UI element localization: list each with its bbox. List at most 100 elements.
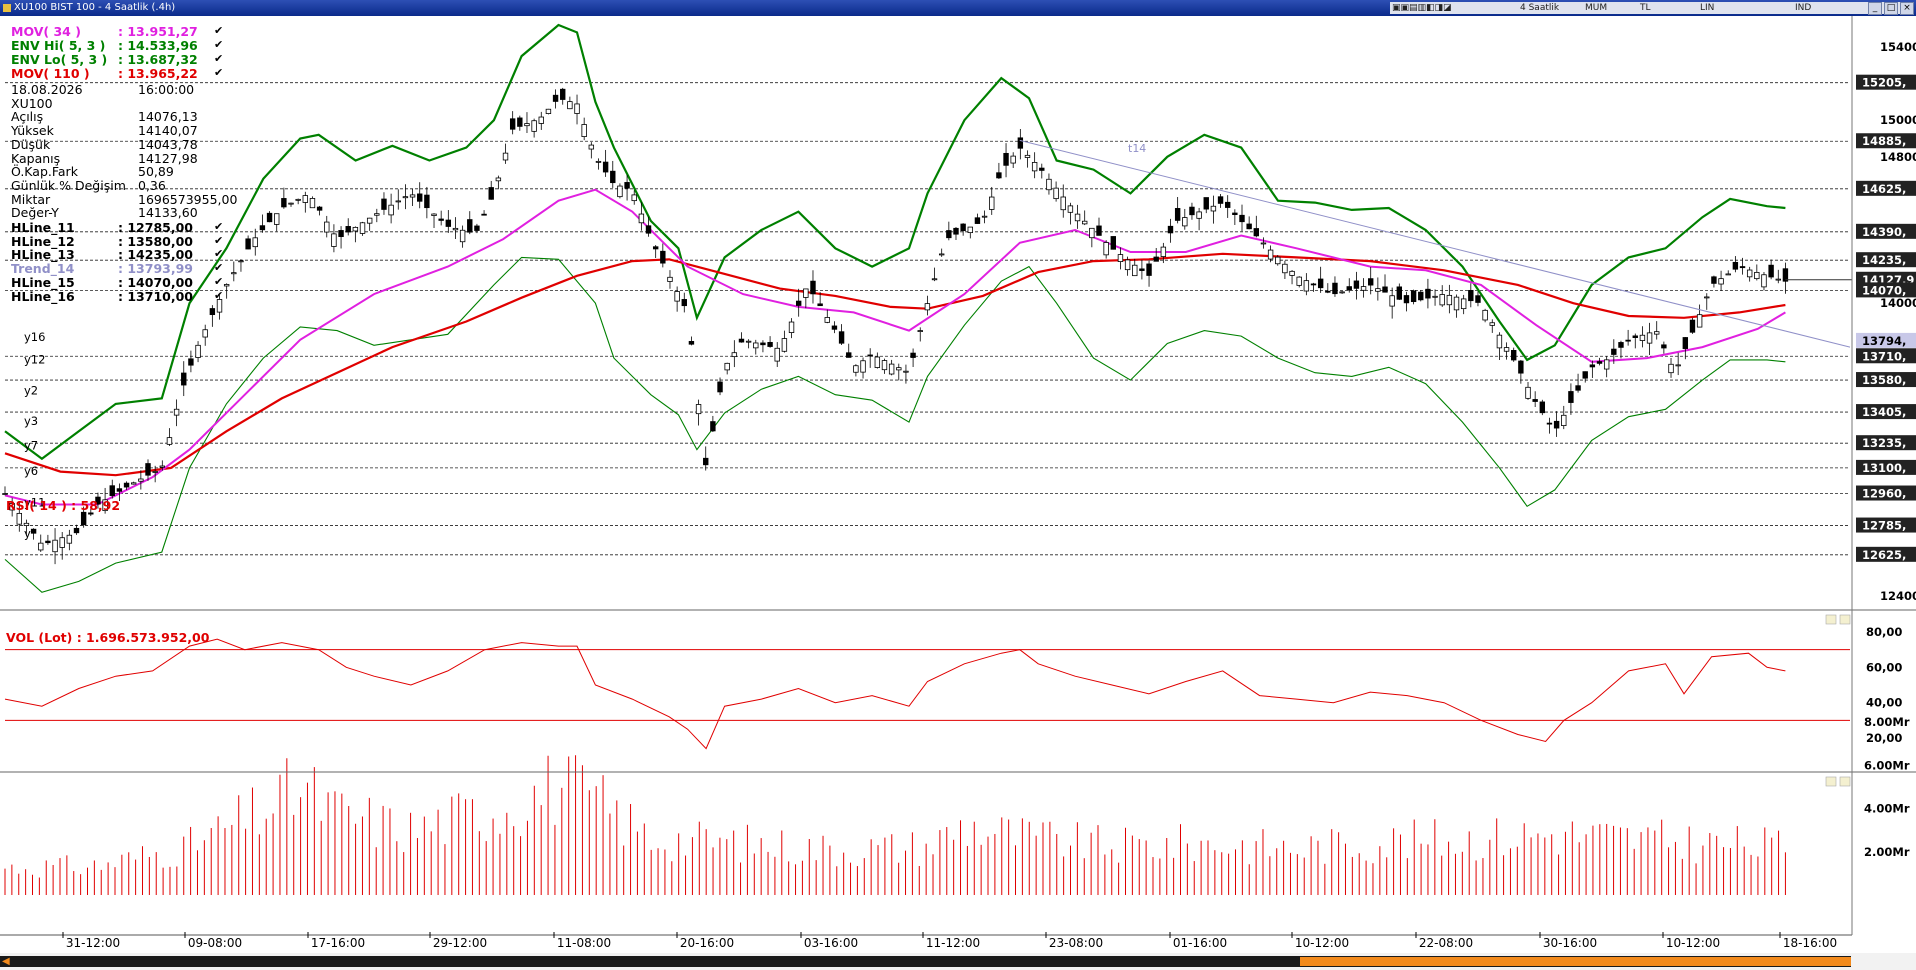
candle — [1296, 276, 1302, 288]
checkmark-icon[interactable]: ✔ — [214, 289, 223, 302]
level-label: y2 — [24, 384, 38, 398]
vol-label: VOL (Lot) : 1.696.573.952,00 — [6, 630, 210, 645]
price-tick: 14800,0 — [1880, 150, 1916, 164]
scrollbar-thumb[interactable] — [1300, 957, 1851, 966]
svg-text:12625,: 12625, — [1862, 548, 1906, 562]
currency-selector[interactable]: TL — [1640, 2, 1651, 14]
candle — [359, 221, 366, 236]
time-tick: 23-08:00 — [1049, 936, 1103, 950]
level-label: y16 — [24, 330, 45, 344]
toolbar-icon-group[interactable]: ▣▣▤▥◧◨◪ — [1392, 2, 1452, 14]
trend-label: t14 — [1128, 142, 1146, 155]
svg-text:13710,: 13710, — [1862, 349, 1906, 363]
checkmark-icon[interactable]: ✔ — [214, 247, 223, 260]
svg-text:14390,: 14390, — [1862, 225, 1906, 239]
svg-text:14625,: 14625, — [1862, 182, 1906, 196]
close-icon[interactable]: × — [1900, 2, 1914, 15]
time-scrollbar[interactable]: ◀ ▶ — [0, 953, 1916, 970]
hline-value-box: 13235, — [1856, 435, 1916, 451]
price-tick: 14000,0 — [1880, 296, 1916, 310]
svg-text:15205,: 15205, — [1862, 76, 1906, 90]
level-label: y — [24, 526, 31, 540]
hline-value-box: 12785, — [1856, 517, 1916, 533]
svg-text:13794,: 13794, — [1862, 334, 1906, 348]
checkmark-icon[interactable]: ✔ — [214, 234, 223, 247]
time-tick: 30-16:00 — [1543, 936, 1597, 950]
hline-value-box: 13710, — [1856, 348, 1916, 364]
checkmark-icon[interactable]: ✔ — [214, 24, 223, 37]
time-tick: 03-16:00 — [804, 936, 858, 950]
maximize-icon[interactable]: □ — [1884, 2, 1898, 15]
minimize-icon[interactable]: _ — [1868, 2, 1882, 15]
time-tick: 10-12:00 — [1295, 936, 1349, 950]
checkmark-icon[interactable]: ✔ — [214, 275, 223, 288]
trend-value-box: 13794, — [1856, 332, 1916, 348]
hline-box-value: : 13710,00 — [118, 288, 193, 304]
app-icon — [3, 4, 11, 12]
legend-box-label: ENV Lo( 5, 3 ) — [11, 52, 108, 67]
time-tick: 31-12:00 — [66, 936, 120, 950]
scroll-right-icon[interactable]: ▶ — [1840, 956, 1850, 967]
price-tick: 15400,0 — [1880, 40, 1916, 54]
hline-value-box: 14070, — [1856, 282, 1916, 298]
svg-text:12960,: 12960, — [1862, 487, 1906, 501]
price-tick: 15000,0 — [1880, 113, 1916, 127]
chart-area[interactable]: t14 12400,0 14000,0 14800,0 15000,0 15400,0 1… — [0, 16, 1916, 953]
legend-box-value: : 13.965,22 — [118, 66, 198, 81]
indicator-button[interactable]: IND — [1795, 2, 1811, 14]
chart-toolbar: ▣▣▤▥◧◨◪ 4 Saatlik MUM TL LIN IND — [1390, 2, 1910, 14]
legend-box-label: MOV( 110 ) — [11, 66, 90, 81]
checkmark-icon[interactable]: ✔ — [214, 220, 223, 233]
checkmark-icon[interactable]: ✔ — [214, 66, 223, 79]
time-tick: 22-08:00 — [1419, 936, 1473, 950]
hline-value-box: 14885, — [1856, 133, 1916, 149]
svg-text:14885,: 14885, — [1862, 134, 1906, 148]
scale-selector[interactable]: LIN — [1700, 2, 1714, 14]
svg-text:12785,: 12785, — [1862, 519, 1906, 533]
hline-value-box: 13100, — [1856, 459, 1916, 475]
checkmark-icon[interactable]: ✔ — [214, 52, 223, 65]
time-tick: 01-16:00 — [1173, 936, 1227, 950]
time-tick: 20-16:00 — [680, 936, 734, 950]
level-label: y3 — [24, 414, 38, 428]
rsi-tick: 80,00 — [1866, 625, 1902, 639]
svg-text:13100,: 13100, — [1862, 461, 1906, 475]
candle — [1689, 317, 1696, 334]
scroll-left-icon[interactable]: ◀ — [2, 956, 12, 967]
time-tick: 11-12:00 — [926, 936, 980, 950]
chart-type-selector[interactable]: MUM — [1585, 2, 1607, 14]
rsi-tick: 20,00 — [1866, 731, 1902, 745]
window-title: XU100 BIST 100 - 4 Saatlik (.4h) — [14, 2, 176, 13]
time-tick: 10-12:00 — [1666, 936, 1720, 950]
svg-text:13235,: 13235, — [1862, 436, 1906, 450]
time-tick: 17-16:00 — [311, 936, 365, 950]
candle — [309, 196, 316, 209]
svg-text:13580,: 13580, — [1862, 373, 1906, 387]
svg-text:14235,: 14235, — [1862, 253, 1906, 267]
hline-value-box: 14625, — [1856, 180, 1916, 196]
hline-value-box: 12625, — [1856, 546, 1916, 562]
hline-value-box: 14235, — [1856, 252, 1916, 268]
hline-box-label: HLine_16 — [11, 288, 75, 304]
hline-value-box: 14390, — [1856, 223, 1916, 239]
checkmark-icon[interactable]: ✔ — [214, 261, 223, 274]
candle — [1418, 290, 1424, 302]
legend-box-value: : 14.533,96 — [118, 38, 198, 53]
ohlc-box-label: Değer-Y — [11, 205, 59, 221]
period-selector[interactable]: 4 Saatlik — [1520, 2, 1559, 14]
time-tick: 09-08:00 — [188, 936, 242, 950]
volume-tick: 6.00Mr — [1864, 758, 1910, 772]
ohlc-box-value: 16:00:00 — [138, 82, 195, 97]
volume-tick: 8.00Mr — [1864, 715, 1910, 729]
ohlc-box-value: 14133,60 — [138, 205, 198, 221]
hline-value-box: 13580, — [1856, 372, 1916, 388]
rsi-tick: 60,00 — [1866, 660, 1902, 674]
time-tick: 29-12:00 — [433, 936, 487, 950]
legend-box-value: : 13.951,27 — [118, 24, 198, 39]
volume-tick: 2.00Mr — [1864, 845, 1910, 859]
candle — [545, 108, 552, 115]
level-label: y6 — [24, 464, 38, 478]
candle — [1110, 236, 1116, 250]
legend-box-value: : 13.687,32 — [118, 52, 198, 67]
checkmark-icon[interactable]: ✔ — [214, 38, 223, 51]
